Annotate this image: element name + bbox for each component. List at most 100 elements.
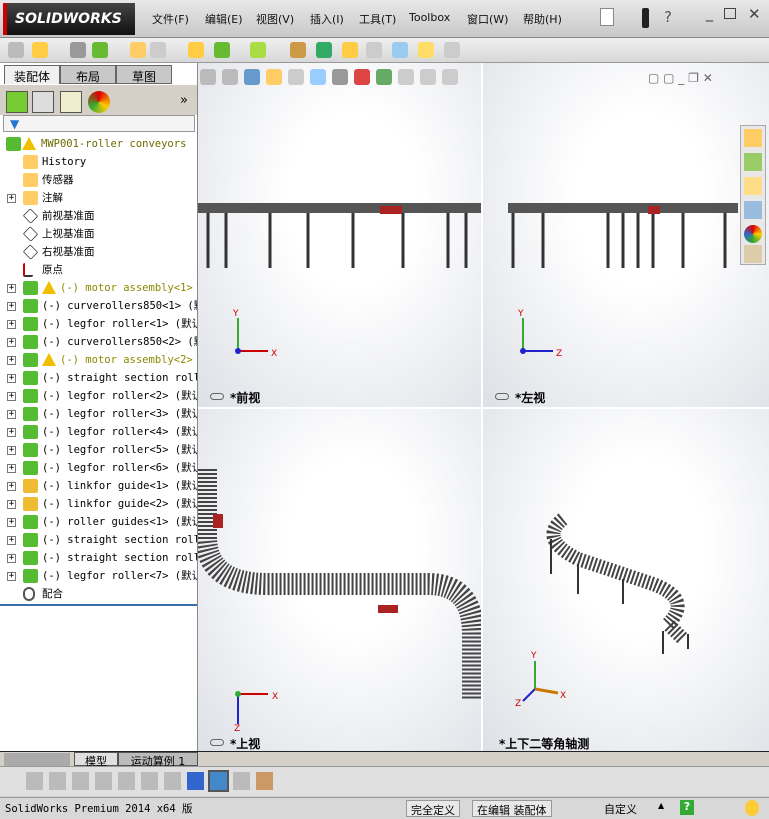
- toolbar-tool-icon[interactable]: [342, 42, 358, 58]
- toolbar-tool-icon[interactable]: [8, 42, 24, 58]
- graphics-area[interactable]: ▢ ▢ _ ❐ ✕ *前视 Y X *左视 Y Z *上视 X Z *上下二等角轴测 Y X Z: [198, 63, 769, 751]
- view-toolbar-icon[interactable]: [49, 772, 66, 790]
- property-manager-icon[interactable]: [32, 91, 54, 113]
- heads-up-view-tool-icon[interactable]: [354, 69, 370, 85]
- feature-manager-icon[interactable]: [6, 91, 28, 113]
- heads-up-view-tool-icon[interactable]: [266, 69, 282, 85]
- minimize-button[interactable]: _: [706, 6, 713, 22]
- viewport-controls[interactable]: ▢ ▢ _ ❐ ✕: [648, 71, 713, 85]
- view-toolbar-icon[interactable]: [118, 772, 135, 790]
- new-document-icon[interactable]: [600, 8, 614, 26]
- expand-icon[interactable]: +: [7, 320, 16, 329]
- heads-up-view-tool-icon[interactable]: [398, 69, 414, 85]
- menu-item[interactable]: 编辑(E): [205, 11, 243, 27]
- view-palette-icon[interactable]: [744, 201, 762, 219]
- menu-item[interactable]: 文件(F): [152, 11, 189, 27]
- toolbar-tool-icon[interactable]: [188, 42, 204, 58]
- heads-up-view-tool-icon[interactable]: [244, 69, 260, 85]
- toolbar-tool-icon[interactable]: [366, 42, 382, 58]
- expand-icon[interactable]: +: [7, 410, 16, 419]
- home-icon[interactable]: [744, 129, 762, 147]
- view-toolbar-icon[interactable]: [95, 772, 112, 790]
- toolbar-tool-icon[interactable]: [150, 42, 166, 58]
- heads-up-view-tool-icon[interactable]: [332, 69, 348, 85]
- expand-icon[interactable]: +: [7, 284, 16, 293]
- menu-item[interactable]: 插入(I): [310, 11, 344, 27]
- expand-icon[interactable]: +: [7, 446, 16, 455]
- maximize-button[interactable]: [724, 8, 736, 19]
- appearances-icon[interactable]: [744, 225, 762, 243]
- expand-icon[interactable]: +: [7, 500, 16, 509]
- heads-up-view-tool-icon[interactable]: [442, 69, 458, 85]
- tab-layout[interactable]: 布局: [60, 65, 116, 84]
- toolbar-tool-icon[interactable]: [418, 42, 434, 58]
- heads-up-view-tool-icon[interactable]: [376, 69, 392, 85]
- link-views-icon[interactable]: [210, 739, 224, 746]
- configuration-manager-icon[interactable]: [60, 91, 82, 113]
- toolbar-tool-icon[interactable]: [70, 42, 86, 58]
- viewport-label-isometric: *上下二等角轴测: [499, 737, 590, 751]
- expand-icon[interactable]: +: [7, 482, 16, 491]
- heads-up-view-tool-icon[interactable]: [200, 69, 216, 85]
- expand-icon[interactable]: +: [7, 572, 16, 581]
- menu-item[interactable]: 工具(T): [359, 11, 396, 27]
- menu-item[interactable]: 帮助(H): [523, 11, 562, 27]
- tab-scroll-buttons[interactable]: [4, 753, 70, 766]
- traffic-light-icon[interactable]: [642, 8, 649, 28]
- heads-up-view-tool-icon[interactable]: [310, 69, 326, 85]
- expand-icon[interactable]: +: [7, 518, 16, 527]
- toolbar-tool-icon[interactable]: [32, 42, 48, 58]
- tab-sketch[interactable]: 草图: [116, 65, 172, 84]
- toolbar-tool-icon[interactable]: [444, 42, 460, 58]
- expand-icon[interactable]: +: [7, 374, 16, 383]
- tab-motion-study[interactable]: 运动算例 1: [118, 752, 198, 768]
- toolbar-tool-icon[interactable]: [250, 42, 266, 58]
- toolbar-tool-icon[interactable]: [392, 42, 408, 58]
- menu-item[interactable]: 视图(V): [256, 11, 294, 27]
- heads-up-view-tool-icon[interactable]: [222, 69, 238, 85]
- expand-icon[interactable]: +: [7, 194, 16, 203]
- link-views-icon[interactable]: [495, 393, 509, 400]
- expand-icon[interactable]: +: [7, 464, 16, 473]
- expand-icon[interactable]: +: [7, 392, 16, 401]
- units-selector[interactable]: 自定义: [604, 801, 637, 817]
- menu-item[interactable]: Toolbox: [409, 11, 450, 24]
- toolbar-tool-icon[interactable]: [214, 42, 230, 58]
- toolbar-tool-icon[interactable]: [290, 42, 306, 58]
- view-toolbar-icon[interactable]: [208, 770, 229, 792]
- menu-item[interactable]: 窗口(W): [467, 11, 508, 27]
- custom-properties-icon[interactable]: [744, 245, 762, 263]
- design-library-icon[interactable]: [744, 153, 762, 171]
- file-explorer-icon[interactable]: [744, 177, 762, 195]
- expand-icon[interactable]: +: [7, 338, 16, 347]
- tab-model[interactable]: 模型: [74, 752, 118, 768]
- expand-icon[interactable]: +: [7, 356, 16, 365]
- link-views-icon[interactable]: [210, 393, 224, 400]
- appearance-manager-icon[interactable]: [88, 91, 110, 113]
- tag-icon[interactable]: [745, 800, 759, 816]
- filter-icon[interactable]: ▼: [10, 117, 19, 131]
- toolbar-tool-icon[interactable]: [92, 42, 108, 58]
- heads-up-view-tool-icon[interactable]: [420, 69, 436, 85]
- view-toolbar-icon[interactable]: [26, 772, 43, 790]
- view-toolbar-icon[interactable]: [164, 772, 181, 790]
- filter-input[interactable]: ▼: [3, 115, 195, 132]
- expand-icon[interactable]: +: [7, 536, 16, 545]
- toolbar-tool-icon[interactable]: [316, 42, 332, 58]
- view-toolbar-icon[interactable]: [256, 772, 273, 790]
- tab-assembly[interactable]: 装配体: [4, 65, 60, 84]
- help-icon[interactable]: ?: [680, 800, 694, 815]
- expand-icon[interactable]: +: [7, 302, 16, 311]
- view-toolbar-icon[interactable]: [187, 772, 204, 790]
- view-toolbar-icon[interactable]: [233, 772, 250, 790]
- expand-icon[interactable]: +: [7, 554, 16, 563]
- view-toolbar-icon[interactable]: [72, 772, 89, 790]
- units-up-arrow-icon[interactable]: ▲: [658, 801, 664, 810]
- heads-up-view-tool-icon[interactable]: [288, 69, 304, 85]
- help-icon[interactable]: ?: [664, 8, 672, 26]
- more-panels-button[interactable]: »: [180, 93, 188, 108]
- view-toolbar-icon[interactable]: [141, 772, 158, 790]
- close-button[interactable]: ✕: [748, 5, 761, 23]
- expand-icon[interactable]: +: [7, 428, 16, 437]
- toolbar-tool-icon[interactable]: [130, 42, 146, 58]
